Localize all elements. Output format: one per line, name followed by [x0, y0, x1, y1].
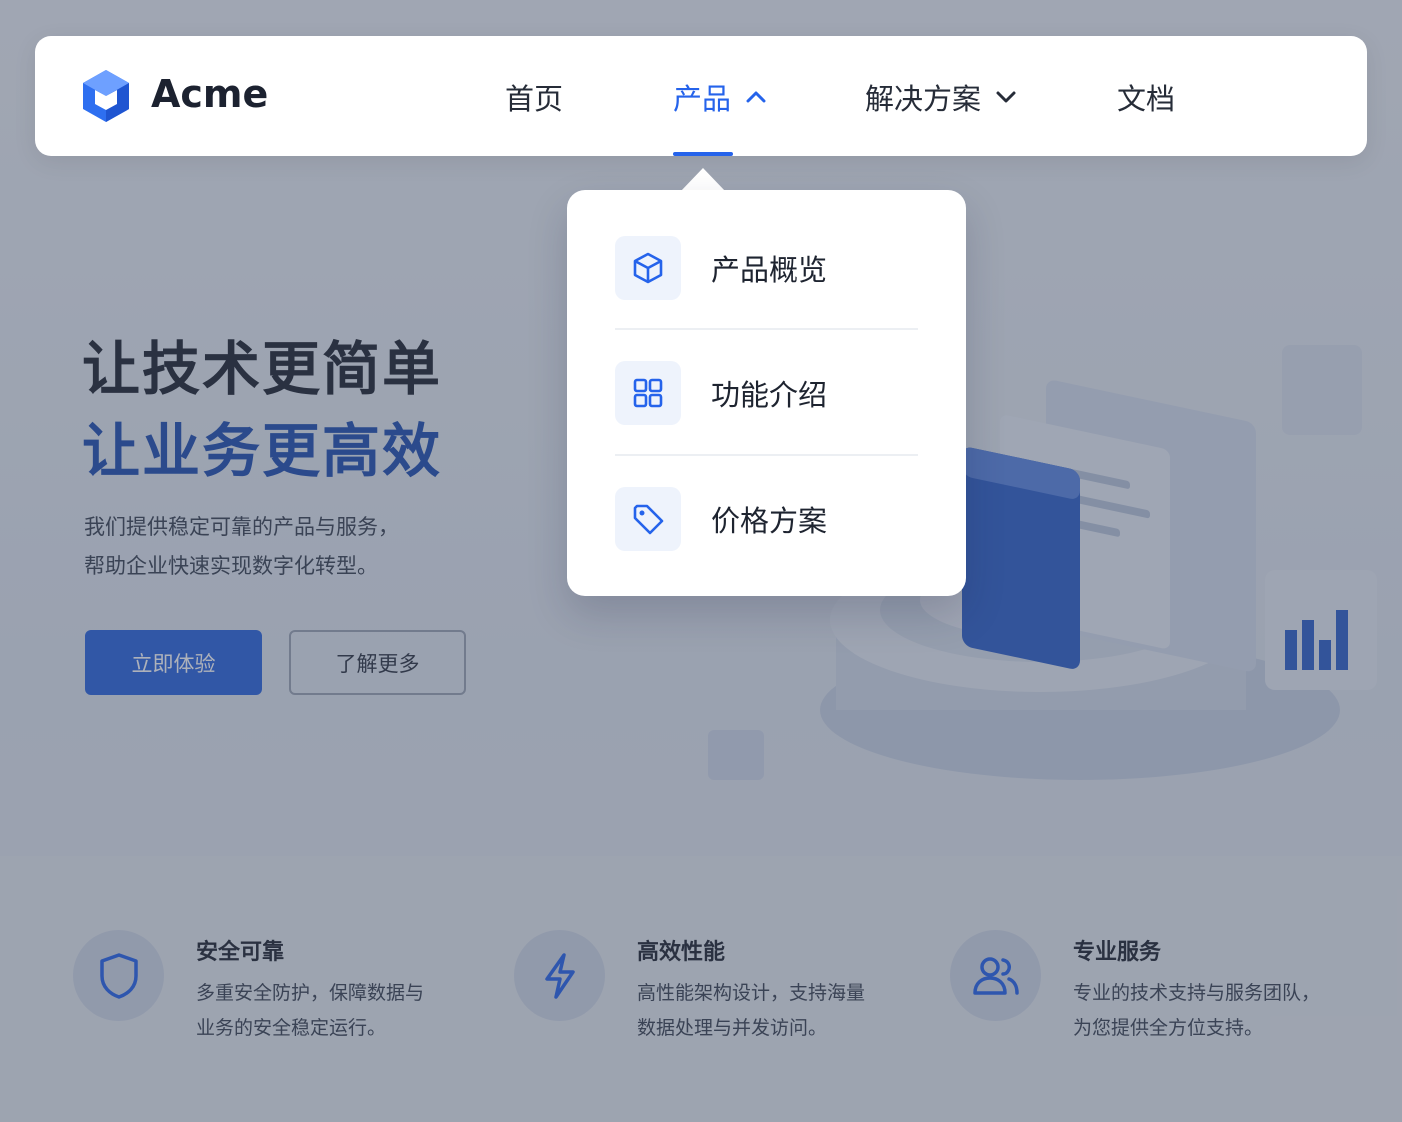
cube-icon — [615, 236, 681, 300]
chevron-down-icon — [996, 91, 1016, 103]
nav-home-label: 首页 — [505, 82, 564, 116]
menu-divider — [615, 328, 918, 330]
menu-item-features[interactable]: 功能介绍 — [615, 360, 918, 426]
nav-solutions[interactable]: 解决方案 — [865, 76, 1017, 118]
tag-icon — [615, 487, 681, 551]
menu-item-pricing[interactable]: 价格方案 — [615, 486, 918, 552]
chevron-up-icon — [746, 91, 766, 103]
nav-docs[interactable]: 文档 — [1117, 76, 1175, 118]
grid-icon — [615, 361, 681, 425]
menu-divider — [615, 454, 918, 456]
nav-products-label: 产品 — [673, 82, 732, 116]
nav-active-indicator — [673, 152, 733, 156]
brand-name[interactable]: Acme — [151, 72, 268, 116]
nav-products[interactable]: 产品 — [673, 76, 767, 118]
nav-home[interactable]: 首页 — [505, 76, 563, 118]
acme-logo-icon[interactable] — [81, 68, 131, 124]
dropdown-caret — [680, 168, 726, 192]
nav-solutions-label: 解决方案 — [865, 82, 982, 116]
menu-item-label: 价格方案 — [711, 504, 828, 538]
menu-item-label: 产品概览 — [711, 253, 828, 287]
top-navbar: Acme 首页 产品 解决方案 文档 — [35, 36, 1367, 156]
nav-docs-label: 文档 — [1117, 82, 1176, 116]
menu-item-product-overview[interactable]: 产品概览 — [615, 235, 918, 301]
page: 让技术更简单 让业务更高效 我们提供稳定可靠的产品与服务， 帮助企业快速实现数字… — [0, 0, 1402, 1122]
menu-item-label: 功能介绍 — [711, 378, 828, 412]
products-dropdown-menu: 产品概览 功能介绍 价格方案 — [567, 190, 966, 596]
